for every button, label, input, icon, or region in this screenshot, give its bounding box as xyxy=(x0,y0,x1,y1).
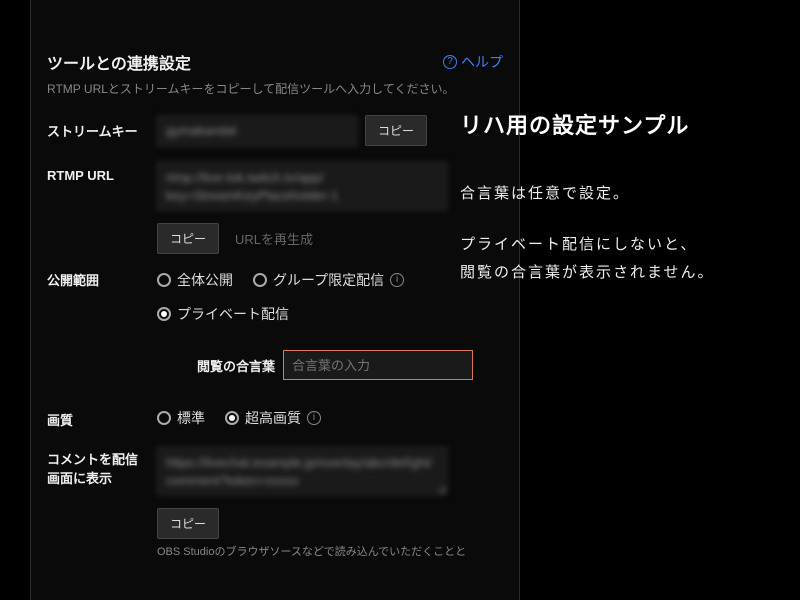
radio-icon xyxy=(157,307,171,321)
radio-icon xyxy=(225,411,239,425)
radio-public[interactable]: 全体公開 xyxy=(157,270,233,290)
radio-standard[interactable]: 標準 xyxy=(157,408,205,428)
label-password: 閲覧の合言葉 xyxy=(197,356,275,375)
radio-icon xyxy=(253,273,267,287)
info-icon[interactable]: i xyxy=(307,411,321,425)
radio-label: プライベート配信 xyxy=(177,304,289,324)
radio-private[interactable]: プライベート配信 xyxy=(157,304,289,324)
help-label: ヘルプ xyxy=(461,52,503,72)
comment-url-input[interactable]: https://livechat.example.jp/overlay/abc/… xyxy=(157,447,447,495)
info-icon[interactable]: i xyxy=(390,273,404,287)
label-visibility: 公開範囲 xyxy=(47,270,157,289)
row-rtmp: RTMP URL rtmp://live-tok.twitch.tv/app/ … xyxy=(47,162,503,254)
label-stream-key: ストリームキー xyxy=(47,115,157,140)
password-row: 閲覧の合言葉 xyxy=(197,350,503,380)
radio-label: グループ限定配信 xyxy=(273,270,384,290)
help-icon: ? xyxy=(443,55,457,69)
radio-high[interactable]: 超高画質 i xyxy=(225,408,321,428)
radio-icon xyxy=(157,411,171,425)
label-quality: 画質 xyxy=(47,408,157,429)
regenerate-url-link[interactable]: URLを再生成 xyxy=(235,229,313,248)
section-header: ツールとの連携設定 ? ヘルプ xyxy=(47,50,503,74)
radio-group[interactable]: グループ限定配信 i xyxy=(253,270,404,290)
copy-comment-button[interactable]: コピー xyxy=(157,508,219,539)
label-rtmp: RTMP URL xyxy=(47,162,157,183)
row-visibility: 公開範囲 全体公開 グループ限定配信 i プライベート配信 xyxy=(47,270,503,400)
help-link[interactable]: ? ヘルプ xyxy=(443,52,503,72)
stream-key-input[interactable] xyxy=(157,116,357,146)
radio-label: 超高画質 xyxy=(245,408,301,428)
copy-stream-key-button[interactable]: コピー xyxy=(365,115,427,146)
section-title: ツールとの連携設定 xyxy=(47,50,191,74)
row-comment: コメントを配信 画面に表示 https://livechat.example.j… xyxy=(47,447,503,559)
section-subtext: RTMP URLとストリームキーをコピーして配信ツールへ入力してください。 xyxy=(47,80,503,97)
rtmp-url-input[interactable]: rtmp://live-tok.twitch.tv/app/ key=Strea… xyxy=(157,162,447,210)
password-input[interactable] xyxy=(283,350,473,380)
copy-rtmp-button[interactable]: コピー xyxy=(157,223,219,254)
radio-label: 標準 xyxy=(177,408,205,428)
row-stream-key: ストリームキー コピー xyxy=(47,115,503,146)
settings-panel: ツールとの連携設定 ? ヘルプ RTMP URLとストリームキーをコピーして配信… xyxy=(30,0,520,600)
radio-icon xyxy=(157,273,171,287)
row-quality: 画質 標準 超高画質 i xyxy=(47,408,503,429)
label-comment: コメントを配信 画面に表示 xyxy=(47,447,157,487)
comment-note: OBS Studioのブラウザソースなどで読み込んでいただくことと xyxy=(157,543,503,559)
radio-label: 全体公開 xyxy=(177,270,233,290)
